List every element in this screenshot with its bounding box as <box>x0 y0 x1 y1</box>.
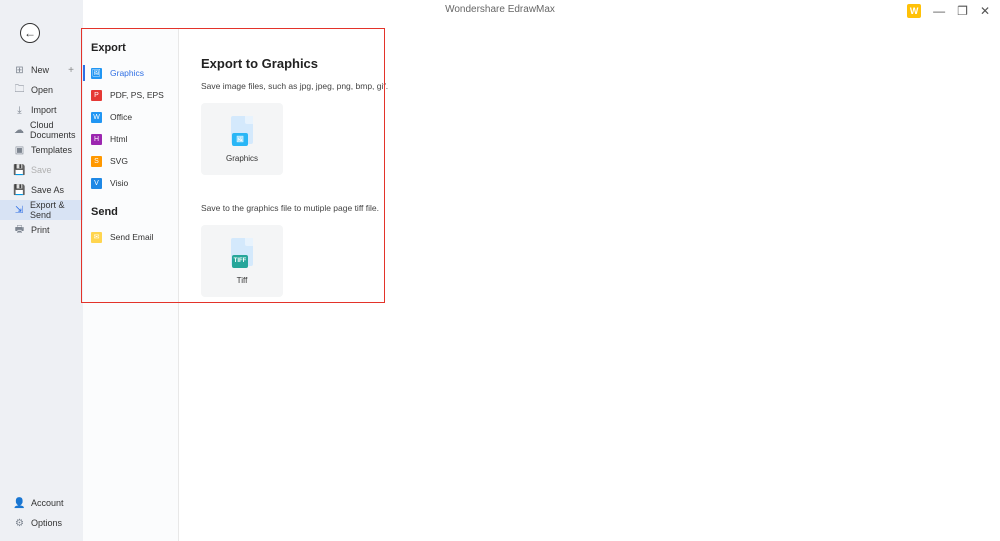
sidebar-item-save: 💾 Save <box>0 160 83 180</box>
export-item-label: Send Email <box>110 232 153 242</box>
export-item-html[interactable]: H Html <box>83 128 178 150</box>
sidebar-item-label: Cloud Documents <box>30 120 83 140</box>
plus-square-icon: ⊞ <box>14 65 25 76</box>
sidebar-item-label: Save <box>31 165 52 175</box>
visio-icon: V <box>91 178 102 189</box>
export-panel: Export 🖼 Graphics P PDF, PS, EPS W Offic… <box>83 28 179 541</box>
sidebar-item-templates[interactable]: ▣ Templates <box>0 140 83 160</box>
save-icon: 💾 <box>14 165 25 176</box>
sidebar-item-label: Print <box>31 225 50 235</box>
sidebar-item-cloud[interactable]: ☁ Cloud Documents <box>0 120 83 140</box>
sidebar-item-label: New <box>31 65 49 75</box>
cloud-icon: ☁ <box>14 125 24 136</box>
content-desc-1: Save image files, such as jpg, jpeg, png… <box>201 81 978 91</box>
print-icon: 🖶 <box>14 225 25 236</box>
export-card-graphics[interactable]: 🖼 Graphics <box>201 103 283 175</box>
html-icon: H <box>91 134 102 145</box>
saveas-icon: 💾 <box>14 185 25 196</box>
graphics-file-icon: 🖼 <box>228 116 256 148</box>
sidebar-item-import[interactable]: ⤓ Import <box>0 100 83 120</box>
export-item-label: PDF, PS, EPS <box>110 90 164 100</box>
content-desc-2: Save to the graphics file to mutiple pag… <box>201 203 978 213</box>
sidebar-item-open[interactable]: 🗀 Open <box>0 80 83 100</box>
sidebar-item-export[interactable]: ⇲ Export & Send <box>0 200 83 220</box>
export-item-pdf[interactable]: P PDF, PS, EPS <box>83 84 178 106</box>
sidebar-item-new[interactable]: ⊞ New + <box>0 60 83 80</box>
plus-icon[interactable]: + <box>68 65 74 76</box>
sidebar-item-label: Import <box>31 105 57 115</box>
sidebar-item-label: Options <box>31 518 62 528</box>
content-title: Export to Graphics <box>201 56 978 71</box>
send-section-title: Send <box>83 202 178 222</box>
sidebar-item-saveas[interactable]: 💾 Save As <box>0 180 83 200</box>
tiff-file-icon: TIFF <box>228 238 256 270</box>
sidebar-item-label: Open <box>31 85 53 95</box>
import-icon: ⤓ <box>14 105 25 116</box>
app-title: Wondershare EdrawMax <box>445 4 555 15</box>
export-section-title: Export <box>83 38 178 58</box>
graphics-icon: 🖼 <box>91 68 102 79</box>
export-item-label: Office <box>110 112 132 122</box>
export-item-visio[interactable]: V Visio <box>83 172 178 194</box>
export-item-label: Visio <box>110 178 128 188</box>
export-card-label: Graphics <box>226 154 258 163</box>
brand-logo-icon: W <box>907 4 921 18</box>
templates-icon: ▣ <box>14 145 25 156</box>
email-icon: ✉ <box>91 232 102 243</box>
sidebar-item-label: Account <box>31 498 64 508</box>
sidebar-item-label: Export & Send <box>30 200 83 220</box>
svg-icon: S <box>91 156 102 167</box>
export-item-graphics[interactable]: 🖼 Graphics <box>83 62 178 84</box>
folder-icon: 🗀 <box>14 85 25 96</box>
content-panel: Export to Graphics Save image files, suc… <box>179 28 1000 541</box>
pdf-icon: P <box>91 90 102 101</box>
account-icon: 👤 <box>14 498 25 509</box>
file-sidebar: ⊞ New + 🗀 Open ⤓ Import ☁ Cloud Document… <box>0 0 83 541</box>
sidebar-item-label: Templates <box>31 145 72 155</box>
maximize-button[interactable]: ❐ <box>957 4 968 18</box>
export-item-office[interactable]: W Office <box>83 106 178 128</box>
export-card-tiff[interactable]: TIFF Tiff <box>201 225 283 297</box>
export-item-label: SVG <box>110 156 128 166</box>
sidebar-item-options[interactable]: ⚙ Options <box>0 513 83 533</box>
sidebar-item-print[interactable]: 🖶 Print <box>0 220 83 240</box>
close-button[interactable]: ✕ <box>980 4 990 18</box>
export-item-label: Graphics <box>110 68 144 78</box>
export-item-sendemail[interactable]: ✉ Send Email <box>83 226 178 248</box>
export-item-label: Html <box>110 134 127 144</box>
sidebar-item-label: Save As <box>31 185 64 195</box>
office-icon: W <box>91 112 102 123</box>
minimize-button[interactable]: — <box>933 4 945 18</box>
sidebar-item-account[interactable]: 👤 Account <box>0 493 83 513</box>
export-card-label: Tiff <box>237 276 248 285</box>
back-button[interactable]: ← <box>20 23 40 43</box>
export-item-svg[interactable]: S SVG <box>83 150 178 172</box>
options-icon: ⚙ <box>14 518 25 529</box>
export-icon: ⇲ <box>14 205 24 216</box>
